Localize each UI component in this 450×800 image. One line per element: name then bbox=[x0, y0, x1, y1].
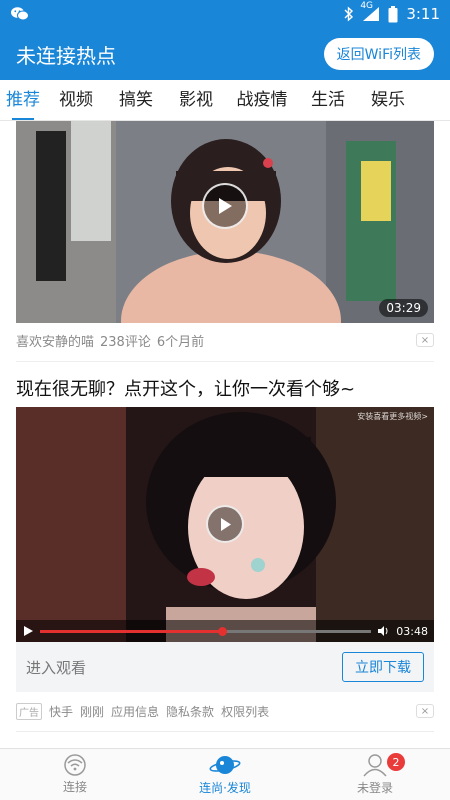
tab-movies[interactable]: 影视 bbox=[166, 80, 226, 120]
app-screen: 4G 3:11 未连接热点 返回WiFi列表 推荐 视频 搞笑 影视 战疫情 生… bbox=[0, 0, 450, 800]
video-duration: 03:29 bbox=[379, 299, 428, 317]
ad-title[interactable]: 现在很无聊？点开这个，让你一次看个够~ bbox=[16, 375, 434, 401]
author-name[interactable]: 喜欢安静的喵 bbox=[16, 331, 94, 350]
privacy-link[interactable]: 隐私条款 bbox=[166, 703, 214, 720]
dismiss-button[interactable]: × bbox=[416, 704, 434, 718]
tab-recommend[interactable]: 推荐 bbox=[0, 80, 46, 120]
tab-entertainment[interactable]: 娱乐 bbox=[358, 80, 418, 120]
bluetooth-icon bbox=[344, 6, 354, 22]
play-icon[interactable] bbox=[22, 625, 34, 637]
video-meta: 喜欢安静的喵 238评论 6个月前 × bbox=[16, 329, 434, 351]
ad-post-time: 刚刚 bbox=[80, 704, 105, 719]
play-icon bbox=[219, 198, 232, 214]
enter-watch-link[interactable]: 进入观看 bbox=[26, 657, 86, 678]
back-to-wifi-list-button[interactable]: 返回WiFi列表 bbox=[323, 38, 434, 70]
nav-connect[interactable]: 连接 bbox=[0, 749, 150, 800]
tab-video[interactable]: 视频 bbox=[46, 80, 106, 120]
player-time: 03:48 bbox=[396, 624, 428, 638]
progress-bar[interactable] bbox=[40, 626, 372, 636]
nav-discover[interactable]: 连尚·发现 bbox=[150, 749, 300, 800]
category-tabs: 推荐 视频 搞笑 影视 战疫情 生活 娱乐 bbox=[0, 80, 450, 121]
network-type: 4G bbox=[360, 1, 374, 11]
tab-epidemic[interactable]: 战疫情 bbox=[226, 80, 298, 120]
nav-profile[interactable]: 未登录 2 bbox=[300, 749, 450, 800]
dismiss-button[interactable]: × bbox=[416, 333, 434, 347]
news-feed: 03:29 喜欢安静的喵 238评论 6个月前 × 现在很无聊？点开这个，让你一… bbox=[0, 121, 450, 748]
play-button[interactable] bbox=[206, 505, 244, 543]
player-controls: 03:48 bbox=[16, 620, 434, 642]
wifi-icon bbox=[64, 754, 86, 776]
download-button[interactable]: 立即下载 bbox=[342, 652, 424, 682]
notification-badge: 2 bbox=[387, 753, 405, 771]
page-title: 未连接热点 bbox=[16, 43, 116, 68]
tab-life[interactable]: 生活 bbox=[298, 80, 358, 120]
ad-badge: 广告 bbox=[16, 702, 42, 720]
bottom-nav: 连接 连尚·发现 未登录 2 bbox=[0, 748, 450, 800]
wechat-icon bbox=[10, 6, 30, 22]
post-time: 6个月前 bbox=[156, 334, 205, 350]
ad-cta-bar: 进入观看 立即下载 bbox=[16, 642, 434, 692]
status-bar: 4G 3:11 bbox=[0, 0, 450, 28]
video-thumbnail[interactable]: 03:29 bbox=[16, 121, 434, 323]
divider bbox=[16, 731, 434, 732]
tab-funny[interactable]: 搞笑 bbox=[106, 80, 166, 120]
nav-label: 未登录 bbox=[356, 781, 393, 795]
divider bbox=[16, 361, 434, 362]
progress-handle[interactable] bbox=[218, 626, 228, 636]
user-icon bbox=[363, 754, 387, 777]
permissions-link[interactable]: 权限列表 bbox=[221, 703, 269, 720]
nav-label: 连尚·发现 bbox=[199, 781, 251, 795]
ad-meta: 广告 快手 刚刚 应用信息 隐私条款 权限列表 × bbox=[16, 701, 434, 721]
progress-fill bbox=[40, 629, 223, 633]
signal-icon: 4G bbox=[360, 1, 380, 22]
app-header: 未连接热点 返回WiFi列表 bbox=[0, 28, 450, 80]
ad-watermark: 安装喜看更多视频> bbox=[357, 412, 428, 421]
planet-icon bbox=[209, 756, 241, 774]
play-button[interactable] bbox=[202, 183, 248, 229]
clock: 3:11 bbox=[406, 5, 440, 23]
battery-icon bbox=[388, 5, 398, 23]
nav-label: 连接 bbox=[62, 780, 87, 794]
ad-video-player[interactable]: 安装喜看更多视频> 03:48 bbox=[16, 407, 434, 642]
advertiser-name: 快手 bbox=[49, 704, 74, 719]
app-info-link[interactable]: 应用信息 bbox=[111, 703, 159, 720]
comment-count: 238评论 bbox=[100, 334, 151, 350]
volume-icon[interactable] bbox=[377, 625, 390, 637]
play-icon bbox=[220, 517, 231, 531]
